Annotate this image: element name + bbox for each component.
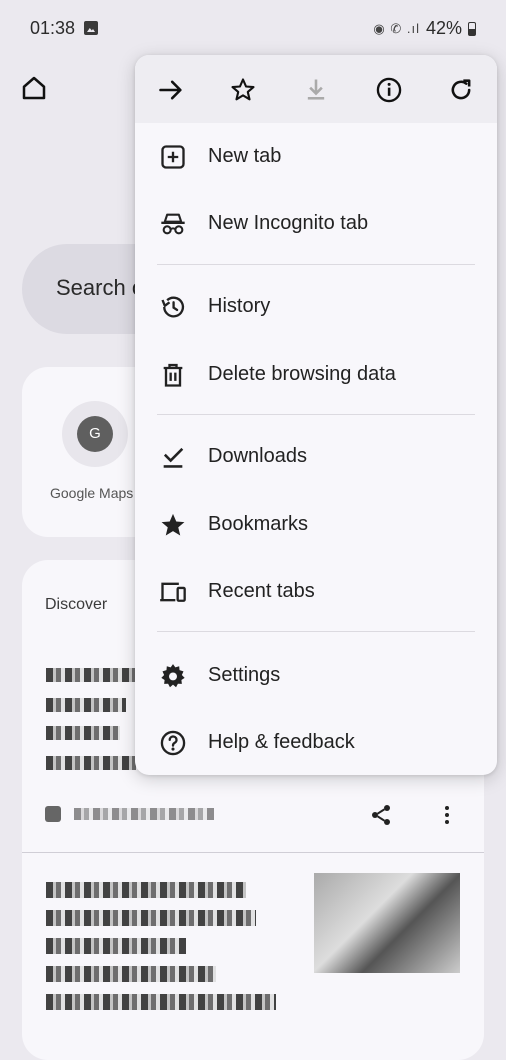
info-icon[interactable] xyxy=(375,76,403,104)
downloads-check-icon xyxy=(163,447,184,468)
menu-item-history[interactable]: History xyxy=(135,276,497,336)
menu-item-label: Bookmarks xyxy=(208,513,309,535)
history-icon xyxy=(161,296,185,318)
help-icon xyxy=(160,730,186,756)
menu-item-recent-tabs[interactable]: Recent tabs xyxy=(135,561,497,621)
menu-divider xyxy=(157,414,475,415)
shortcut-tile[interactable]: G xyxy=(62,401,128,467)
menu-divider xyxy=(157,631,475,632)
blurred-text xyxy=(46,882,246,898)
incognito-icon xyxy=(161,213,185,235)
status-right: ◉ ✆ .ıl 42% xyxy=(373,18,476,39)
menu-item-label: New Incognito tab xyxy=(208,212,369,234)
menu-divider xyxy=(157,264,475,265)
star-icon xyxy=(161,513,185,536)
battery-icon xyxy=(468,21,476,36)
blurred-text xyxy=(46,994,276,1010)
menu-item-label: Settings xyxy=(208,664,281,686)
blurred-text xyxy=(46,910,256,926)
home-icon[interactable] xyxy=(19,73,49,103)
more-options-icon[interactable] xyxy=(435,803,459,827)
gallery-notification-icon xyxy=(84,21,98,35)
search-placeholder: Search o xyxy=(56,275,145,300)
share-icon[interactable] xyxy=(369,803,393,827)
status-bar: 01:38 ◉ ✆ .ıl 42% xyxy=(0,0,506,56)
bookmark-star-icon[interactable] xyxy=(229,76,257,104)
menu-item-label: Help & feedback xyxy=(208,731,355,753)
battery-percent: 42% xyxy=(425,18,462,38)
menu-item-new-tab[interactable]: New tab xyxy=(135,126,497,186)
menu-item-new-incognito-tab[interactable]: New Incognito tab xyxy=(135,193,497,253)
source-favicon xyxy=(45,806,61,822)
shortcut-label: Google Maps xyxy=(50,485,134,501)
menu-item-help-feedback[interactable]: Help & feedback xyxy=(135,712,497,772)
signal-icons: ◉ ✆ .ıl xyxy=(373,20,420,36)
blurred-text xyxy=(46,938,186,954)
menu-toolbar xyxy=(135,55,497,123)
overflow-menu: New tab New Incognito tab History Delete… xyxy=(135,55,497,775)
menu-item-delete-browsing-data[interactable]: Delete browsing data xyxy=(135,344,497,404)
discover-title: Discover xyxy=(45,596,108,613)
blurred-text xyxy=(46,698,126,712)
download-icon xyxy=(307,79,325,100)
blurred-text xyxy=(46,726,120,740)
menu-item-label: Downloads xyxy=(208,445,307,467)
card-divider xyxy=(22,852,484,853)
menu-item-bookmarks[interactable]: Bookmarks xyxy=(135,494,497,554)
blurred-text xyxy=(46,668,136,682)
menu-item-downloads[interactable]: Downloads xyxy=(135,426,497,486)
forward-icon[interactable] xyxy=(157,76,185,104)
menu-item-settings[interactable]: Settings xyxy=(135,645,497,705)
delete-icon xyxy=(163,363,183,387)
blurred-source xyxy=(74,808,214,820)
status-time: 01:38 xyxy=(30,18,76,38)
blurred-text xyxy=(46,966,216,982)
article-thumbnail[interactable] xyxy=(314,873,460,973)
blurred-text xyxy=(46,756,136,770)
gear-icon xyxy=(161,664,185,688)
menu-item-label: Delete browsing data xyxy=(208,363,396,385)
new-tab-icon xyxy=(161,145,185,169)
devices-icon xyxy=(160,582,186,602)
menu-item-label: History xyxy=(208,295,271,317)
reload-icon[interactable] xyxy=(447,76,475,104)
menu-item-label: Recent tabs xyxy=(208,580,315,602)
menu-item-label: New tab xyxy=(208,145,282,167)
shortcut-favicon: G xyxy=(77,416,113,452)
